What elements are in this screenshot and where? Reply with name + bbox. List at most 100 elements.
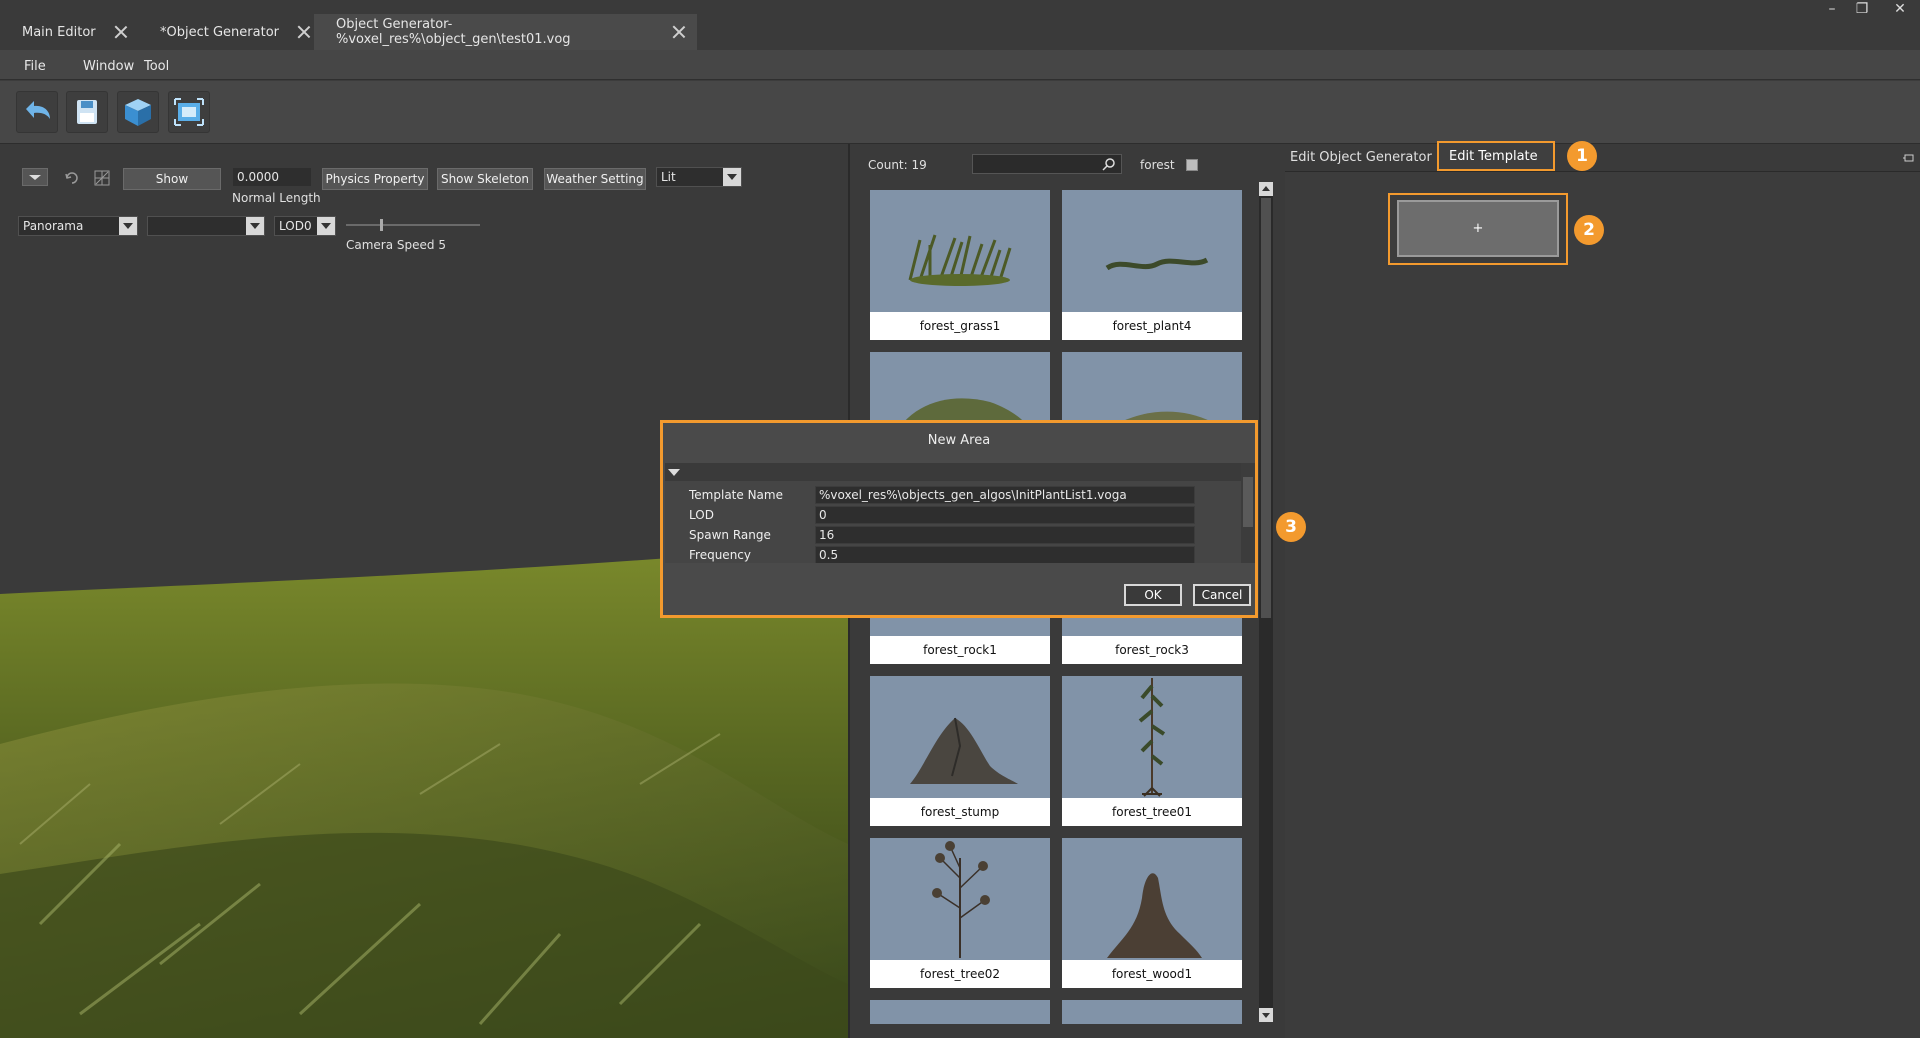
property-grid: Template Name %voxel_res%\objects_gen_al… (665, 481, 1241, 563)
tab-edit-template[interactable]: Edit Template (1437, 141, 1555, 171)
asset-card[interactable]: forest_tree02 (870, 838, 1050, 988)
chevron-down-icon (119, 217, 137, 235)
property-group-header[interactable] (665, 463, 1241, 481)
search-icon (1102, 158, 1115, 171)
property-row: Spawn Range 16 (685, 525, 1195, 545)
menu-file[interactable]: File (24, 59, 46, 74)
secondary-select[interactable] (147, 216, 265, 236)
filter-label: forest (1140, 158, 1175, 172)
chevron-up-icon (1262, 186, 1270, 191)
asset-name: forest_stump (870, 798, 1050, 826)
close-icon[interactable] (672, 25, 685, 39)
tab-object-generator[interactable]: *Object Generator (138, 14, 323, 50)
asset-card[interactable] (1062, 1000, 1242, 1024)
screenshot-button[interactable] (168, 91, 210, 133)
panorama-select[interactable]: Panorama (18, 216, 138, 236)
minimize-icon[interactable]: – (1818, 0, 1846, 20)
save-icon (77, 100, 97, 124)
chevron-down-icon (317, 217, 335, 235)
dropdown-toggle[interactable] (22, 168, 48, 186)
normal-length-label: Normal Length (232, 191, 321, 205)
property-key: Template Name (689, 488, 783, 502)
camera-speed-slider[interactable] (346, 219, 480, 231)
menu-window[interactable]: Window (83, 59, 134, 74)
menu-bar: File Window Tool (0, 50, 1920, 80)
weather-setting-button[interactable]: Weather Setting (544, 168, 646, 190)
asset-name: forest_wood1 (1062, 960, 1242, 988)
step-badge: 2 (1574, 215, 1604, 245)
asset-name: forest_grass1 (870, 312, 1050, 340)
close-window-icon[interactable]: ✕ (1886, 0, 1914, 20)
asset-name: forest_rock1 (870, 636, 1050, 664)
asset-name: forest_rock3 (1062, 636, 1242, 664)
highlight-add-area: + (1388, 193, 1568, 265)
template-name-input[interactable]: %voxel_res%\objects_gen_algos\InitPlantL… (815, 486, 1195, 504)
property-row: LOD 0 (685, 505, 1195, 525)
step-badge: 3 (1276, 512, 1306, 542)
asset-card[interactable]: forest_wood1 (1062, 838, 1242, 988)
lod-input[interactable]: 0 (815, 506, 1195, 524)
normal-length-input[interactable]: 0.0000 (232, 167, 312, 187)
asset-name: forest_tree02 (870, 960, 1050, 988)
scroll-thumb[interactable] (1243, 477, 1253, 527)
asset-card[interactable]: forest_plant4 (1062, 190, 1242, 340)
asset-name: forest_plant4 (1062, 312, 1242, 340)
physics-property-button[interactable]: Physics Property (322, 168, 428, 190)
new-area-dialog: New Area Template Name %voxel_res%\objec… (660, 420, 1258, 618)
stump-thumbnail (910, 717, 1018, 784)
frequency-input[interactable]: 0.5 (815, 546, 1195, 563)
scroll-up-arrow[interactable] (1259, 182, 1273, 196)
undo-button[interactable] (16, 91, 58, 133)
tab-label: Object Generator-%voxel_res%\object_gen\… (336, 17, 571, 47)
tab-object-generator-file[interactable]: Object Generator-%voxel_res%\object_gen\… (314, 14, 697, 50)
chevron-down-icon (1262, 1013, 1270, 1018)
asset-scrollbar[interactable] (1259, 182, 1273, 1022)
spawn-range-input[interactable]: 16 (815, 526, 1195, 544)
cube-button[interactable] (117, 91, 159, 133)
asset-card[interactable]: forest_stump (870, 676, 1050, 826)
pin-icon[interactable] (1903, 152, 1915, 164)
grid-icon[interactable] (92, 168, 112, 188)
panorama-value: Panorama (23, 219, 84, 233)
lit-mode-value: Lit (661, 170, 676, 184)
chevron-down-icon (246, 217, 264, 235)
close-icon[interactable] (297, 25, 311, 39)
asset-name: forest_tree01 (1062, 798, 1242, 826)
right-panel: Edit Object Generator Edit Template 1 + … (1285, 141, 1920, 1038)
save-button[interactable] (66, 91, 108, 133)
property-row: Template Name %voxel_res%\objects_gen_al… (685, 485, 1195, 505)
collapse-icon (668, 469, 680, 476)
lit-mode-select[interactable]: Lit (656, 167, 742, 187)
asset-card[interactable] (870, 1000, 1050, 1024)
tab-label: *Object Generator (160, 24, 279, 40)
slider-handle[interactable] (380, 219, 383, 231)
property-key: LOD (689, 508, 714, 522)
ok-button[interactable]: OK (1124, 584, 1182, 606)
filter-checkbox[interactable] (1186, 159, 1198, 171)
show-skeleton-button[interactable]: Show Skeleton (437, 168, 533, 190)
asset-card[interactable]: forest_grass1 (870, 190, 1050, 340)
chevron-down-icon (29, 175, 41, 180)
tab-main-editor[interactable]: Main Editor (0, 14, 140, 50)
asset-search-input[interactable] (972, 154, 1122, 174)
menu-tool[interactable]: Tool (144, 59, 169, 74)
property-scrollbar[interactable] (1241, 463, 1255, 563)
plant-thumbnail (1105, 257, 1209, 271)
cancel-button[interactable]: Cancel (1193, 584, 1251, 606)
show-button[interactable]: Show (123, 168, 221, 190)
undo-icon (26, 101, 50, 119)
restore-icon[interactable]: ❐ (1848, 0, 1876, 20)
step-badge: 1 (1567, 141, 1597, 171)
lod-select[interactable]: LOD0 (274, 216, 336, 236)
refresh-icon[interactable] (62, 168, 82, 188)
add-area-button[interactable]: + (1397, 200, 1559, 257)
property-key: Spawn Range (689, 528, 771, 542)
screenshot-icon (174, 98, 204, 126)
asset-card[interactable]: forest_tree01 (1062, 676, 1242, 826)
scroll-down-arrow[interactable] (1259, 1008, 1273, 1022)
tab-edit-object-generator[interactable]: Edit Object Generator (1290, 150, 1432, 165)
scroll-thumb[interactable] (1261, 198, 1271, 618)
tree-thumbnail (932, 841, 990, 958)
dialog-title: New Area (927, 433, 991, 448)
close-icon[interactable] (114, 25, 128, 39)
